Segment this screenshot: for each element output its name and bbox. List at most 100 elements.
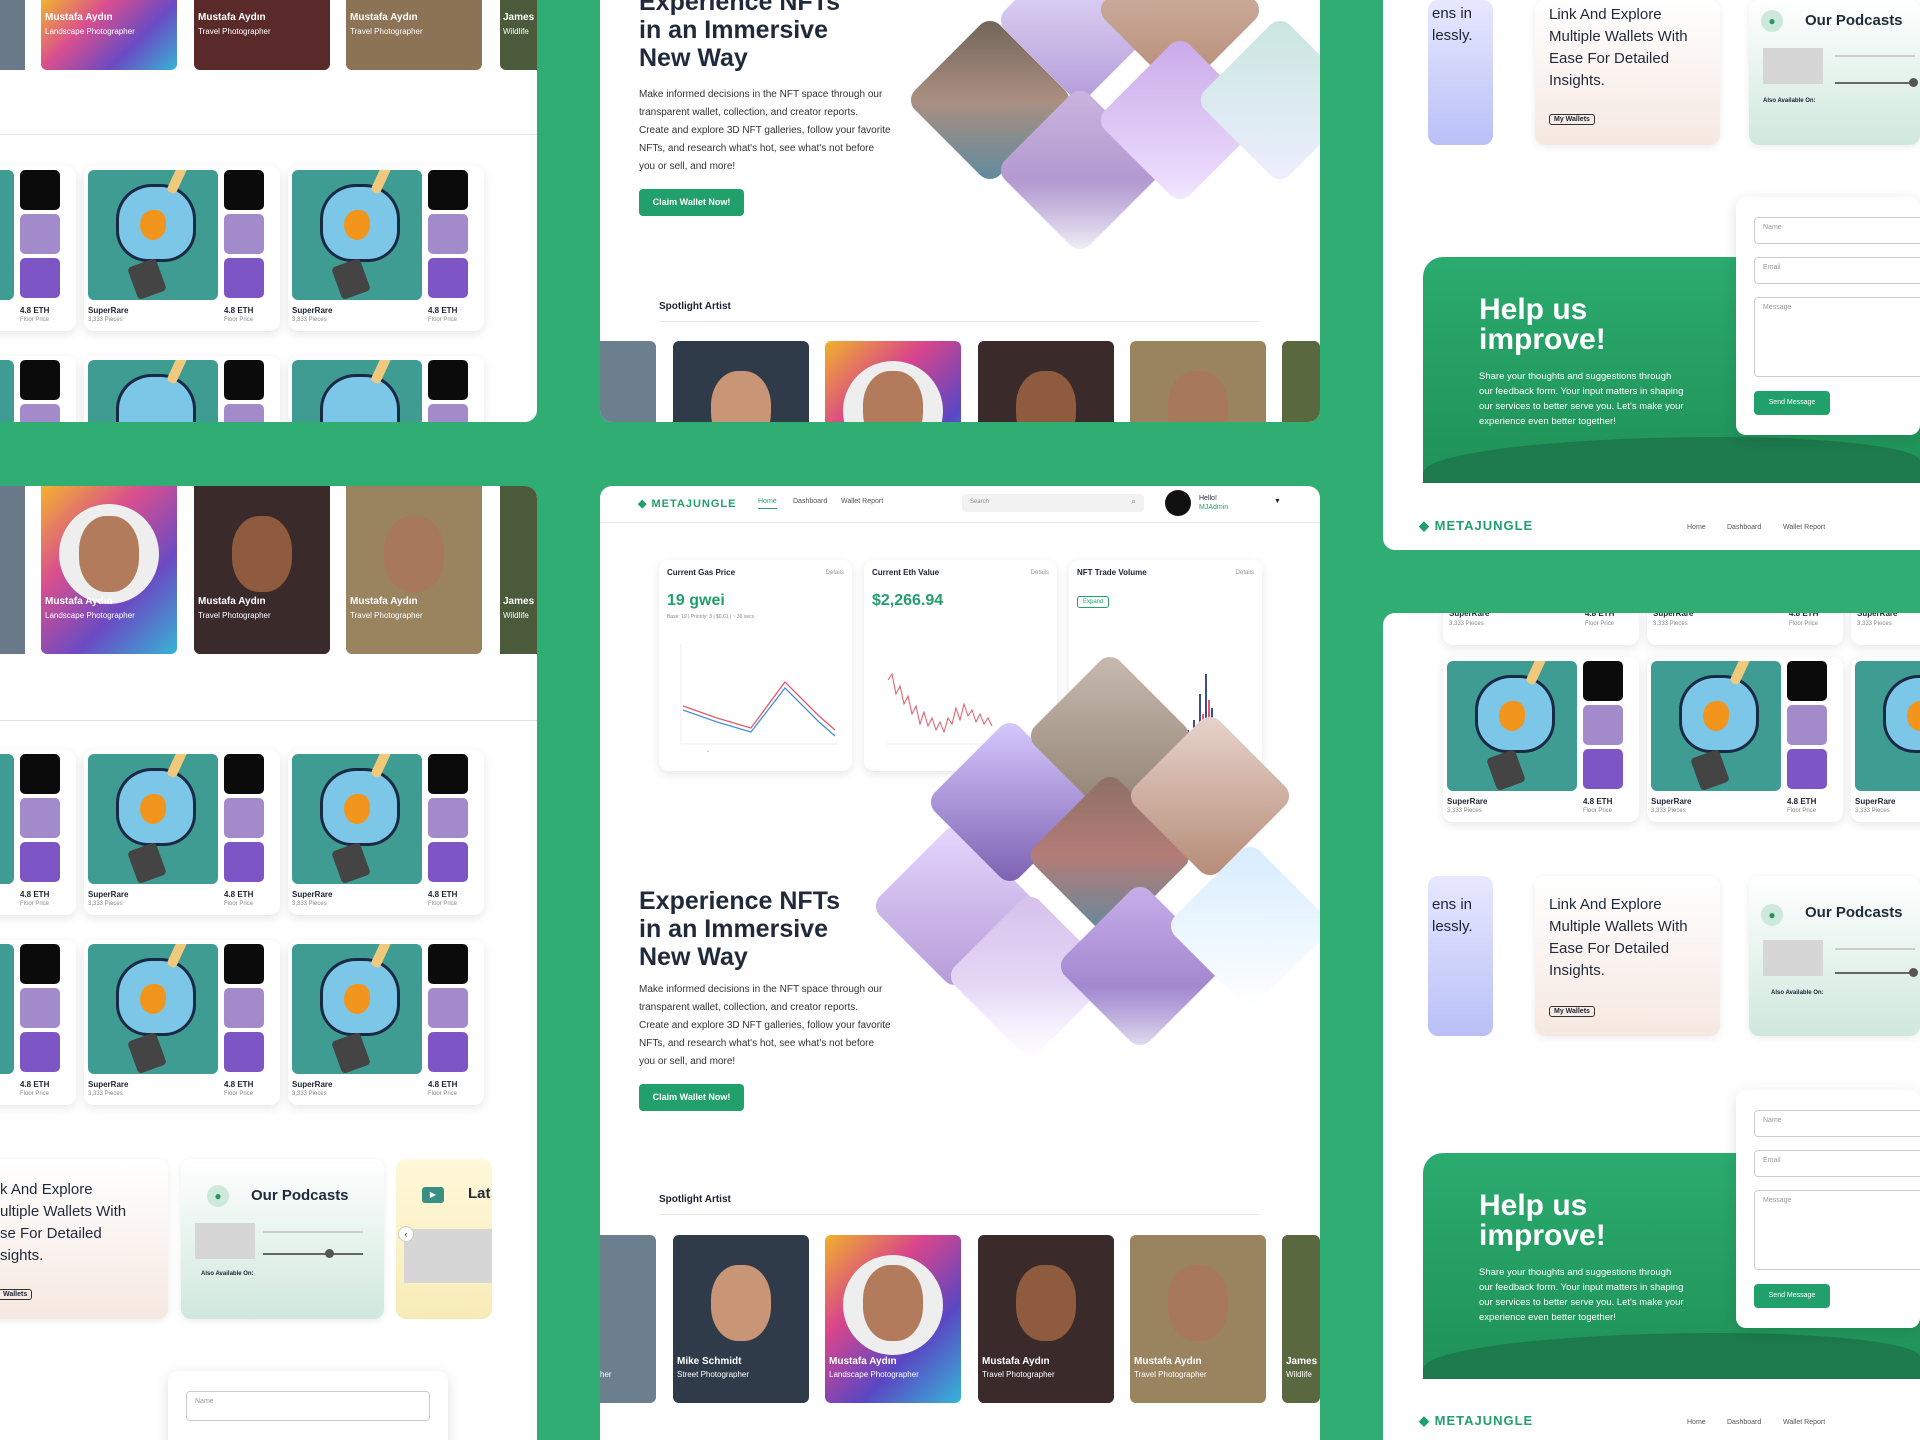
nft-price: 4.8 ETH <box>428 306 458 315</box>
footer-nav-home[interactable]: Home <box>1687 524 1706 531</box>
nft-pieces: 3,333 Pieces <box>88 1091 123 1097</box>
details-link[interactable]: Details <box>1236 570 1254 576</box>
link-wallets-card: Link And Explore Multiple Wallets With Eas… <box>1535 876 1720 1036</box>
hero-body: Make informed decisions in the NFT space… <box>639 89 891 172</box>
nft-card[interactable]: 4.8 ETH Floor Price <box>0 940 76 1105</box>
artist-name: James <box>503 596 535 607</box>
my-wallets-button[interactable]: My Wallets <box>1549 114 1595 125</box>
artist-card[interactable] <box>673 341 809 422</box>
nft-price-label: Floor Price <box>1583 808 1613 814</box>
nft-card[interactable] <box>288 356 484 422</box>
hero-body: Make informed decisions in the NFT space… <box>639 984 891 1067</box>
nft-pieces: 3,333 Pieces <box>292 901 327 907</box>
claim-wallet-button[interactable]: Claim Wallet Now! <box>639 1084 744 1111</box>
name-input[interactable]: Name <box>1754 217 1920 244</box>
artist-card[interactable]: Mustafa Aydın Travel Photographer <box>978 1235 1114 1403</box>
nft-price-label: Floor Price <box>224 317 254 323</box>
claim-wallet-button[interactable]: Claim Wallet Now! <box>639 189 744 216</box>
artist-card[interactable]: James Wildlife <box>1282 1235 1320 1403</box>
artist-role: Landscape Photographer <box>45 27 135 36</box>
panel-dashboard: ◆ METAJUNGLE Home Dashboard Wallet Repor… <box>600 486 1320 1440</box>
nft-name: SuperRare <box>88 1080 129 1089</box>
podcasts-card: ● Our Podcasts Also Available On: <box>1749 876 1920 1036</box>
nav-dashboard[interactable]: Dashboard <box>793 498 827 505</box>
nft-price: 4.8 ETH <box>1585 613 1615 618</box>
email-input[interactable]: Email <box>1754 1150 1920 1177</box>
nft-card-strip: SuperRare 3,333 Pieces 4.8 ETH Floor Pri… <box>1647 613 1843 645</box>
also-available: Also Available On: <box>201 1271 254 1277</box>
nft-price-label: Floor Price <box>224 901 254 907</box>
nft-card[interactable]: SuperRare 3,333 Pieces <box>1851 657 1920 822</box>
name-input[interactable]: Name <box>186 1391 430 1421</box>
nft-card[interactable]: SuperRare 3,333 Pieces 4.8 ETH Floor Price <box>84 166 280 331</box>
artist-card[interactable]: Mustafa Aydın Landscape Photographer <box>825 1235 961 1403</box>
nav-home[interactable]: Home <box>758 498 777 509</box>
artist-name: Mustafa Aydın <box>350 596 418 607</box>
nft-card[interactable]: SuperRare 3,333 Pieces 4.8 ETH Floor Price <box>1647 657 1843 822</box>
nft-price: 4.8 ETH <box>224 306 254 315</box>
artist-card[interactable] <box>825 341 961 422</box>
footer-nav-home[interactable]: Home <box>1687 1419 1706 1426</box>
gas-sub: Base: 19 | Priority: 3 | $0.61 | ~ 30 se… <box>667 614 755 620</box>
nft-pieces: 3,333 Pieces <box>1857 621 1892 627</box>
expand-button[interactable]: Expand <box>1077 596 1110 608</box>
artist-role: Travel Photographer <box>198 27 271 36</box>
panel-bottom-left: Mustafa Aydın Landscape Photographer Mus… <box>0 486 537 1440</box>
artist-card[interactable] <box>1130 341 1266 422</box>
nft-price: 4.8 ETH <box>224 1080 254 1089</box>
artist-card[interactable]: her <box>600 1235 656 1403</box>
nft-price: 4.8 ETH <box>1787 797 1817 806</box>
artist-card[interactable] <box>600 341 656 422</box>
user-avatar[interactable] <box>1165 490 1191 516</box>
details-link[interactable]: Details <box>826 570 844 576</box>
nft-card[interactable]: SuperRare 3,333 Pieces 4.8 ETH Floor Price <box>288 940 484 1105</box>
nft-card[interactable]: SuperRare 3,333 Pieces 4.8 ETH Floor Price <box>288 750 484 915</box>
artist-card[interactable] <box>1282 341 1320 422</box>
logo-icon: ◆ <box>1419 1413 1435 1428</box>
nft-card[interactable]: 4.8 ETH Floor Price <box>0 750 76 915</box>
podcasts-card: ● Our Podcasts Also Available On: <box>1749 0 1920 145</box>
email-input[interactable]: Email <box>1754 257 1920 284</box>
panel-top-center: Experience NFTs in an Immersive New Way Ma… <box>600 0 1320 422</box>
artist-name: Mustafa Aydın <box>45 596 113 607</box>
footer-nav-dashboard[interactable]: Dashboard <box>1727 1419 1761 1426</box>
nft-pieces: 3,333 Pieces <box>1653 621 1688 627</box>
nft-card[interactable]: SuperRare 3,333 Pieces 4.8 ETH Floor Price <box>288 166 484 331</box>
footer-nav-wallet[interactable]: Wallet Report <box>1783 524 1825 531</box>
nft-name: SuperRare <box>292 890 333 899</box>
nft-card[interactable]: SuperRare 3,333 Pieces 4.8 ETH Floor Price <box>84 940 280 1105</box>
send-message-button[interactable]: Send Message <box>1754 391 1830 415</box>
nft-card[interactable] <box>84 356 280 422</box>
nft-pieces: 3,333 Pieces <box>88 901 123 907</box>
player-knob[interactable] <box>325 1249 334 1258</box>
artist-role: Travel Photographer <box>1134 1370 1207 1379</box>
artist-card[interactable]: Mike Schmidt Street Photographer <box>673 1235 809 1403</box>
name-input[interactable]: Name <box>1754 1110 1920 1137</box>
player-knob[interactable] <box>1909 968 1918 977</box>
my-wallets-button[interactable]: My Wallets <box>1549 1006 1595 1017</box>
feedback-form: Name <box>168 1371 448 1440</box>
artist-card[interactable]: Mustafa Aydın Travel Photographer <box>1130 1235 1266 1403</box>
artist-card[interactable] <box>978 341 1114 422</box>
artist-name: Mustafa Aydın <box>1134 1356 1202 1367</box>
message-input[interactable]: Message <box>1754 1190 1920 1270</box>
nav-wallet-report[interactable]: Wallet Report <box>841 498 883 505</box>
search-input[interactable]: Search ⌕ <box>962 494 1144 512</box>
nft-card[interactable]: SuperRare 3,333 Pieces 4.8 ETH Floor Price <box>1443 657 1639 822</box>
nft-card[interactable]: SuperRare 3,333 Pieces 4.8 ETH Floor Price <box>84 750 280 915</box>
chevron-down-icon[interactable]: ▼ <box>1274 498 1281 505</box>
message-input[interactable]: Message <box>1754 297 1920 377</box>
carousel-prev-button[interactable]: ‹ <box>398 1226 414 1242</box>
app-logo: ◆ METAJUNGLE <box>638 498 737 510</box>
nft-card[interactable] <box>0 356 76 422</box>
footer-nav-dashboard[interactable]: Dashboard <box>1727 524 1761 531</box>
stat-title: NFT Trade Volume <box>1077 568 1147 577</box>
feature-card-fragment: ens in lessly. <box>1428 876 1493 1036</box>
send-message-button[interactable]: Send Message <box>1754 1284 1830 1308</box>
details-link[interactable]: Details <box>1031 570 1049 576</box>
artist-name: James <box>1286 1356 1318 1367</box>
player-knob[interactable] <box>1909 78 1918 87</box>
footer-nav-wallet[interactable]: Wallet Report <box>1783 1419 1825 1426</box>
nft-card[interactable]: 4.8 ETH Floor Price <box>0 166 76 331</box>
my-wallets-button[interactable]: Wallets <box>0 1289 33 1300</box>
